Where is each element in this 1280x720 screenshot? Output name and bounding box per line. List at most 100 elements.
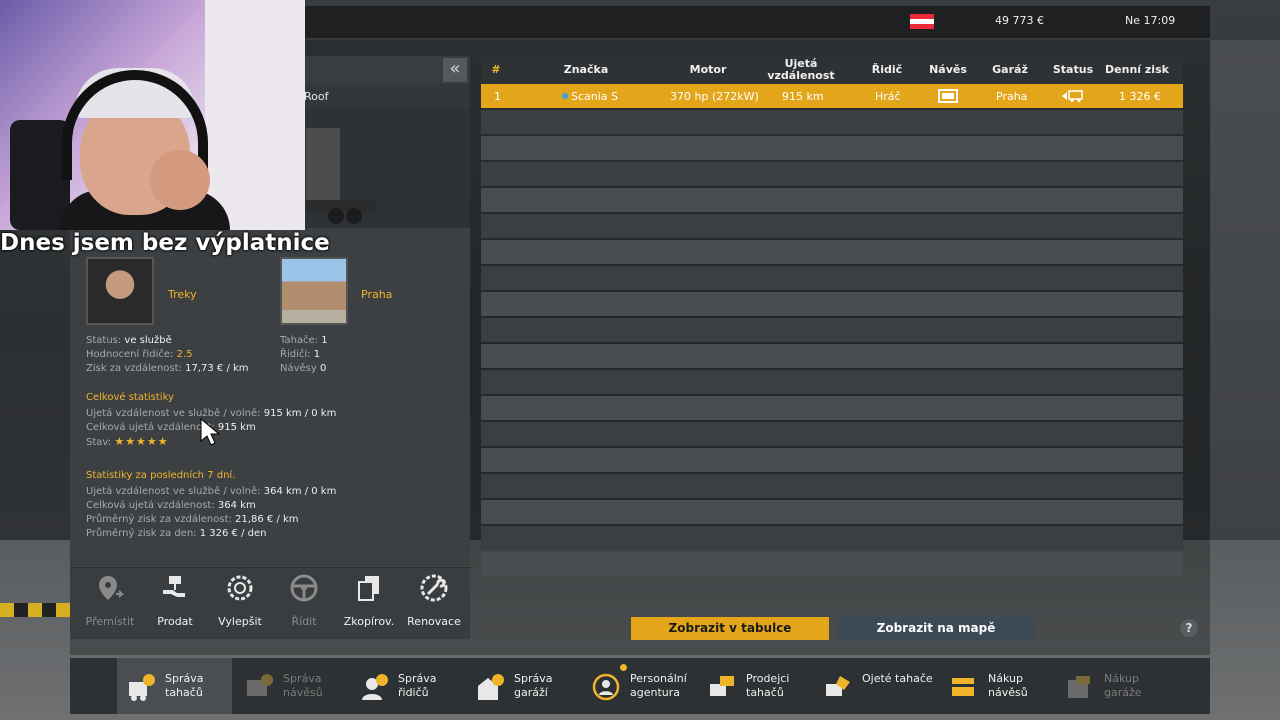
table-row — [481, 136, 1183, 160]
nav-used-trucks[interactable]: Ojeté tahače — [814, 658, 933, 714]
sell-button[interactable]: Prodat — [143, 570, 207, 632]
last7-stats-title: Statistiky za posledních 7 dní. — [86, 470, 236, 481]
column-header-brand[interactable]: Značka — [546, 56, 626, 84]
nav-buy-garage[interactable]: Nákup garáže — [1056, 658, 1171, 714]
help-icon[interactable]: ? — [1180, 619, 1198, 637]
table-row — [481, 526, 1183, 550]
garage-photo[interactable] — [280, 257, 348, 325]
show-on-map-button[interactable]: Zobrazit na mapě — [837, 617, 1035, 640]
table-row — [481, 318, 1183, 342]
trailer-icon — [938, 89, 958, 103]
upgrade-button[interactable]: Vylepšit — [208, 570, 272, 632]
column-header-distance[interactable]: Ujetá vzdálenost — [760, 56, 842, 84]
recruitment-agency-icon — [592, 673, 620, 701]
show-in-table-button[interactable]: Zobrazit v tabulce — [631, 617, 829, 640]
table-row — [481, 188, 1183, 212]
nav-buy-trailers[interactable]: Nákup návěsů — [940, 658, 1055, 714]
nav-truck-dealers[interactable]: Prodejci tahačů — [698, 658, 813, 714]
table-row — [481, 552, 1183, 576]
truck-preview-image — [300, 108, 470, 228]
drive-button[interactable]: Řídit — [272, 570, 336, 632]
garage-management-icon — [478, 674, 504, 700]
status-truck-icon — [1062, 90, 1083, 102]
column-header-number[interactable]: # — [481, 56, 511, 84]
table-row — [481, 292, 1183, 316]
buy-garage-icon — [1068, 676, 1090, 698]
table-row — [481, 344, 1183, 368]
cell-brand: Scania S — [562, 90, 618, 103]
wrench-gear-icon — [420, 574, 448, 602]
truck-management-icon — [129, 674, 155, 701]
nav-garage-management[interactable]: Správa garáží — [466, 658, 581, 714]
truck-name: Roof — [304, 90, 329, 103]
used-trucks-icon — [826, 676, 850, 696]
driver-status: Status: ve službě — [86, 335, 172, 346]
money-balance: 49 773 € — [995, 14, 1044, 27]
nav-driver-management[interactable]: Správa řidičů — [350, 658, 465, 714]
garage-trucks-count: Tahače: 1 — [280, 335, 328, 346]
nav-trailer-management[interactable]: Správa návěsů — [235, 658, 350, 714]
driver-photo[interactable] — [86, 257, 154, 325]
last7-distance: Ujetá vzdálenost ve službě / volně: 364 … — [86, 486, 337, 497]
last7-avg-profit-distance: Průměrný zisk za vzdálenost: 21,86 € / k… — [86, 514, 299, 525]
overall-stats-title: Celkové statistiky — [86, 392, 174, 403]
truck-dealer-icon — [710, 676, 734, 696]
last7-avg-profit-day: Průměrný zisk za den: 1 326 € / den — [86, 528, 267, 539]
sell-hand-icon — [163, 576, 185, 597]
truck-condition: Stav: ★★★★★ — [86, 435, 169, 448]
top-status-bar: 49 773 € Ne 17:09 — [305, 6, 1210, 38]
renovate-button[interactable]: Renovace — [402, 570, 466, 632]
nav-truck-management[interactable]: Správa tahačů — [117, 658, 232, 714]
collapse-panel-button[interactable]: « — [443, 58, 467, 82]
column-header-daily-profit[interactable]: Denní zisk — [1104, 56, 1170, 84]
driver-rating: Hodnocení řidiče: 2.5 — [86, 349, 193, 360]
column-header-engine[interactable]: Motor — [668, 56, 748, 84]
buy-trailer-icon — [952, 678, 974, 696]
truck-silhouette-icon — [306, 128, 376, 224]
mouse-cursor-icon — [200, 418, 220, 446]
table-row — [481, 396, 1183, 420]
table-row — [481, 240, 1183, 264]
cell-garage: Praha — [996, 90, 1028, 103]
driver-management-icon — [362, 674, 388, 700]
copy-icon — [358, 576, 379, 601]
table-row — [481, 422, 1183, 446]
copy-button[interactable]: Zkopírov. — [337, 570, 401, 632]
column-header-garage[interactable]: Garáž — [985, 56, 1035, 84]
garage-wall-background — [1210, 40, 1280, 540]
stream-caption: Dnes jsem bez výplatnice — [0, 230, 330, 256]
notification-dot — [620, 664, 627, 671]
relocate-pin-icon — [99, 576, 125, 600]
column-header-driver[interactable]: Řidič — [862, 56, 912, 84]
table-row — [481, 474, 1183, 498]
streamer-webcam — [0, 0, 305, 230]
last7-total-distance: Celková ujetá vzdálenost: 364 km — [86, 500, 256, 511]
cell-driver: Hráč — [875, 90, 901, 103]
table-row — [481, 162, 1183, 186]
trailer-management-icon — [247, 674, 273, 696]
nav-recruitment-agency[interactable]: Personální agentura — [582, 658, 697, 714]
column-header-status[interactable]: Status — [1047, 56, 1099, 84]
garage-name-link[interactable]: Praha — [361, 288, 392, 301]
brand-dot-icon — [562, 93, 568, 99]
relocate-button[interactable]: Přemístit — [78, 570, 142, 632]
table-row — [481, 500, 1183, 524]
cell-daily-profit: 1 326 € — [1119, 90, 1161, 103]
garage-drivers-count: Řidiči: 1 — [280, 349, 321, 360]
cell-engine: 370 hp (272kW) — [670, 90, 759, 103]
table-row — [481, 370, 1183, 394]
table-row — [481, 214, 1183, 238]
upgrade-gear-icon — [227, 575, 253, 601]
condition-stars-icon: ★★★★★ — [114, 435, 169, 448]
truck-table-body — [481, 84, 1183, 582]
game-clock: Ne 17:09 — [1125, 14, 1176, 27]
table-row — [481, 110, 1183, 134]
cell-distance: 915 km — [782, 90, 824, 103]
table-row — [481, 448, 1183, 472]
driver-profit-per-km: Zisk za vzdálenost: 17,73 € / km — [86, 363, 249, 374]
column-header-trailer[interactable]: Návěs — [923, 56, 973, 84]
steering-wheel-icon — [290, 574, 318, 602]
country-flag-icon — [910, 14, 934, 29]
cell-number: 1 — [494, 90, 501, 103]
driver-name-link[interactable]: Treky — [168, 288, 197, 301]
